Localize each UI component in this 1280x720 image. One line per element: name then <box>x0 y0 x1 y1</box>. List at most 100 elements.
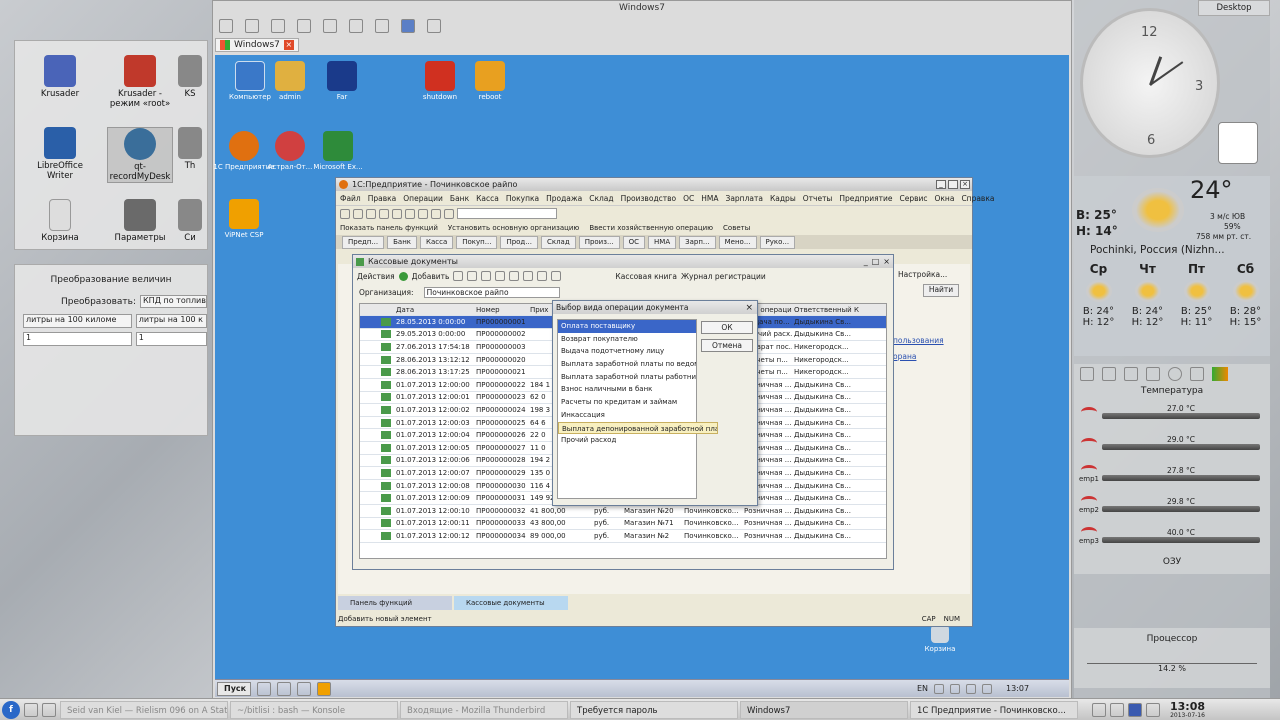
redo-icon[interactable] <box>431 208 441 219</box>
value-right-input[interactable]: 1 <box>135 332 207 346</box>
sort-icon[interactable] <box>509 271 520 281</box>
filter-icon[interactable] <box>495 271 506 281</box>
menu-item[interactable]: Предприятие <box>839 194 892 203</box>
show-functions-panel-button[interactable]: Показать панель функций <box>340 224 438 232</box>
task-button[interactable]: Входящие - Mozilla Thunderbird <box>400 700 568 719</box>
journal-registration-button[interactable]: Журнал регистрации <box>681 272 766 281</box>
value-left-input[interactable]: 1 <box>23 332 132 346</box>
desktop-label[interactable]: Desktop <box>1198 0 1270 16</box>
section-tab[interactable]: Руко... <box>759 235 796 249</box>
vm-toolbar-icon[interactable] <box>349 19 363 33</box>
edit-icon[interactable] <box>467 271 478 281</box>
si-icon[interactable]: Си <box>175 199 205 243</box>
section-tab[interactable]: Зарп... <box>679 235 716 249</box>
table-row[interactable]: 01.07.2013 12:00:12 ПР000000034 89 000,00 р… <box>360 530 886 543</box>
copy-icon[interactable] <box>392 208 402 219</box>
vm-toolbar-icon[interactable] <box>297 19 311 33</box>
paste-icon[interactable] <box>405 208 415 219</box>
libreoffice-writer-icon[interactable]: LibreOffice Writer <box>27 127 93 181</box>
section-tab[interactable]: Прод... <box>500 235 538 249</box>
section-tab[interactable]: НМА <box>648 235 677 249</box>
header-cell[interactable]: Номер <box>474 306 528 314</box>
operation-type-item[interactable]: Выплата заработной платы по ведом... <box>558 358 696 371</box>
delete-icon[interactable] <box>481 271 492 281</box>
guest-trash-icon[interactable]: Корзина <box>909 625 971 653</box>
task-button[interactable]: Seid van Kiel — Rielism 096 on A State..… <box>60 700 228 719</box>
open-icon[interactable] <box>353 208 363 219</box>
journal-maximize-button[interactable]: □ <box>872 257 880 266</box>
vm-toolbar-icon[interactable] <box>219 19 233 33</box>
far-icon[interactable]: Far <box>311 61 373 101</box>
ks-icon[interactable]: KS <box>175 55 205 99</box>
search-field[interactable] <box>457 208 557 219</box>
panel-functions-tab[interactable]: Панель функций <box>338 596 452 610</box>
menu-item[interactable]: Операции <box>403 194 443 203</box>
section-tab[interactable]: Склад <box>540 235 576 249</box>
menu-item[interactable]: Склад <box>589 194 613 203</box>
th-icon[interactable]: Th <box>175 127 205 171</box>
volume-icon[interactable] <box>1146 702 1160 717</box>
vm-toolbar-icon[interactable] <box>245 19 259 33</box>
taskbar-app-icon[interactable] <box>257 681 271 696</box>
operation-type-item[interactable]: Возврат покупателю <box>558 333 696 346</box>
tray-icon[interactable] <box>966 683 977 694</box>
menu-item[interactable]: Сервис <box>899 194 927 203</box>
vipnet-icon[interactable]: ViPNet CSP <box>213 199 275 239</box>
menu-item[interactable]: Правка <box>368 194 397 203</box>
menu-item[interactable]: Производство <box>621 194 677 203</box>
vm-toolbar-icon[interactable] <box>401 19 415 33</box>
menu-item[interactable]: Окна <box>935 194 955 203</box>
start-button[interactable]: Пуск <box>217 681 251 696</box>
tray-icon[interactable] <box>950 683 961 694</box>
journal-minimize-button[interactable]: _ <box>864 257 868 266</box>
unit-right-select[interactable]: литры на 100 к <box>135 314 207 328</box>
menu-item[interactable]: Отчеты <box>803 194 833 203</box>
menu-item[interactable]: НМА <box>701 194 718 203</box>
tray-icon[interactable] <box>934 683 945 694</box>
settings-icon[interactable]: Параметры <box>107 199 173 243</box>
section-tab[interactable]: Мено... <box>718 235 757 249</box>
section-tab[interactable]: Предп... <box>342 235 385 249</box>
minimize-button[interactable]: _ <box>936 180 946 189</box>
cash-book-button[interactable]: Кассовая книга <box>615 272 677 281</box>
krusader-root-icon[interactable]: Krusader - режим «root» <box>107 55 173 109</box>
add-button[interactable]: Добавить <box>412 272 450 281</box>
copy-icon[interactable] <box>453 271 464 281</box>
header-cell[interactable]: К <box>852 306 862 314</box>
section-tab[interactable]: Касса <box>420 235 454 249</box>
find-icon[interactable] <box>444 208 454 219</box>
ok-button[interactable]: ОК <box>701 321 753 334</box>
print-icon[interactable] <box>537 271 548 281</box>
trash-icon[interactable]: Корзина <box>27 199 93 243</box>
table-row[interactable]: 01.07.2013 12:00:10 ПР000000032 41 800,00 р… <box>360 505 886 518</box>
maximize-button[interactable] <box>948 180 958 189</box>
launcher-icon[interactable] <box>42 702 56 717</box>
menu-item[interactable]: Файл <box>340 194 361 203</box>
table-row[interactable]: 01.07.2013 12:00:11 ПР000000033 43 800,00 р… <box>360 518 886 531</box>
save-icon[interactable] <box>366 208 376 219</box>
enter-operation-button[interactable]: Ввести хозяйственную операцию <box>589 224 713 232</box>
menu-item[interactable]: Продажа <box>546 194 582 203</box>
task-button[interactable]: Требуется пароль <box>570 700 738 719</box>
convert-type-select[interactable]: КПД по топлив <box>140 295 207 308</box>
tray-icon[interactable] <box>1110 702 1124 717</box>
refresh-icon[interactable] <box>523 271 534 281</box>
vm-toolbar-icon[interactable] <box>271 19 285 33</box>
kde-menu-icon[interactable]: f <box>2 700 20 719</box>
dialog-close-button[interactable]: × <box>745 303 757 313</box>
task-button[interactable]: 1С Предприятие - Починковско... <box>910 700 1078 719</box>
section-tab[interactable]: Произ... <box>578 235 620 249</box>
operation-type-item[interactable]: Выдача подотчетному лицу <box>558 345 696 358</box>
new-icon[interactable] <box>340 208 350 219</box>
cancel-button[interactable]: Отмена <box>701 339 753 352</box>
operation-type-item[interactable]: Выплата заработной платы работнику <box>558 371 696 384</box>
set-main-org-button[interactable]: Установить основную организацию <box>448 224 579 232</box>
taskbar-app-icon[interactable] <box>317 681 331 696</box>
section-tab[interactable]: ОС <box>622 235 646 249</box>
flag-icon[interactable] <box>1128 702 1142 717</box>
close-tab-icon[interactable]: × <box>283 40 294 50</box>
help-icon[interactable] <box>551 271 562 281</box>
operation-type-item[interactable]: Выплата депонированной заработной платы <box>558 421 718 435</box>
journal-close-button[interactable]: × <box>883 257 890 266</box>
undo-icon[interactable] <box>418 208 428 219</box>
